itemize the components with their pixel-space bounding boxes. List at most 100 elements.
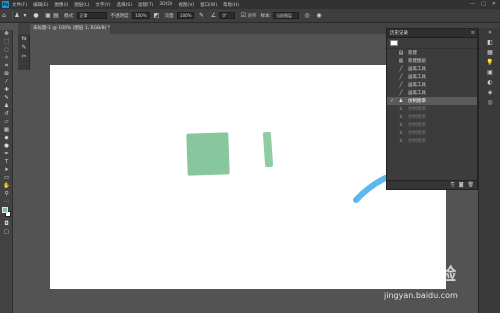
history-state-row[interactable]: ╱ 画笔工具 [387, 89, 477, 97]
flow-input[interactable]: 100% [177, 12, 195, 19]
aligned-label: 对齐 [247, 13, 257, 19]
quick-mask-icon[interactable]: ◘ [0, 220, 13, 228]
sample-control: 样本: 当前图层 [260, 12, 299, 19]
eyedropper-tool-icon[interactable]: ⁄ [0, 78, 13, 86]
history-state-label: 仿制图章 [408, 115, 426, 120]
history-state-row[interactable]: ♟ 仿制图章 [387, 113, 477, 121]
chevron-down-icon[interactable]: ▾ [21, 12, 29, 20]
clone-stamp-tool-icon[interactable]: ♟ [13, 12, 21, 20]
type-tool-icon[interactable]: T [0, 158, 13, 166]
history-state-row[interactable]: ╱ 画笔工具 [387, 73, 477, 81]
trash-icon[interactable]: 🗑 [468, 182, 474, 188]
history-brush-tool-icon[interactable]: ↺ [0, 110, 13, 118]
menu-edit[interactable]: 编辑(E) [33, 2, 48, 8]
history-state-row[interactable]: ╱ 画笔工具 [387, 65, 477, 73]
move-tool-icon[interactable]: ✥ [0, 30, 13, 38]
document-tab[interactable]: 未标题-1 @ 100% (图层 1, RGB/8) * [30, 24, 110, 34]
learn-panel-icon[interactable]: 💡 [479, 58, 500, 68]
stamp-icon: ♟ [398, 114, 404, 120]
history-state-row[interactable]: ✓ ♟ 仿制图章 [387, 97, 477, 105]
clone-source-icon[interactable]: ▤ [52, 12, 60, 20]
panel-menu-icon[interactable]: ≡ [471, 29, 475, 38]
history-panel-header[interactable]: 历史记录 ≡ [387, 29, 477, 38]
crop-tool-icon[interactable]: ⌗ [0, 62, 13, 70]
menu-select[interactable]: 选择(S) [117, 2, 132, 8]
menu-help[interactable]: 帮助(H) [223, 2, 239, 8]
history-state-row[interactable]: ♟ 仿制图章 [387, 137, 477, 145]
menu-window[interactable]: 窗口(W) [200, 2, 217, 8]
menu-type[interactable]: 文字(Y) [95, 2, 110, 8]
history-state-row[interactable]: ♟ 仿制图章 [387, 129, 477, 137]
angle-input[interactable]: 0° [219, 12, 236, 19]
aligned-checkbox[interactable]: ☑ [239, 12, 247, 20]
opacity-label: 不透明度: [110, 13, 131, 19]
ignore-adjustment-icon[interactable]: ◎ [303, 12, 311, 20]
snapshot-thumbnail [390, 40, 398, 46]
sample-select[interactable]: 当前图层 [273, 12, 299, 19]
brush-settings-icon[interactable]: ▣ [44, 12, 52, 20]
mode-label: 模式: [64, 13, 75, 19]
zoom-tool-icon[interactable]: ⚲ [0, 190, 13, 198]
camera-snapshot-icon[interactable]: ◙ [459, 182, 464, 188]
pressure-opacity-icon[interactable]: ◩ [153, 12, 161, 20]
libraries-panel-icon[interactable]: ▣ [479, 68, 500, 78]
dodge-tool-icon[interactable]: ● [0, 142, 13, 150]
photoshop-logo[interactable]: Ps [2, 1, 9, 8]
minimize-button[interactable]: — [470, 1, 475, 7]
screen-mode-icon[interactable]: ▢ [0, 228, 13, 236]
history-state-row[interactable]: ♟ 仿制图章 [387, 121, 477, 129]
menu-layer[interactable]: 图层(L) [74, 2, 89, 8]
maximize-button[interactable]: □ [481, 1, 486, 7]
channels-panel-icon[interactable]: ◎ [479, 98, 500, 108]
quick-select-tool-icon[interactable]: ✧ [0, 54, 13, 62]
history-state-row[interactable]: ▤ 新建 [387, 49, 477, 57]
mode-select[interactable]: 正常 [76, 12, 107, 19]
brush-panel-icon[interactable]: ✎ [18, 43, 30, 52]
menu-3d[interactable]: 3D(D) [159, 2, 172, 7]
clone-stamp-tool-icon[interactable]: ♟ [0, 102, 13, 110]
layers-panel-icon[interactable]: ◈ [479, 88, 500, 98]
new-document-from-state-icon[interactable]: ⎘ [451, 182, 455, 188]
home-icon[interactable]: ⌂ [0, 12, 8, 20]
pressure-size-icon[interactable]: ◉ [315, 12, 323, 20]
history-source-marker[interactable]: ✓ [387, 98, 397, 104]
menu-image[interactable]: 图像(I) [54, 2, 68, 8]
brush-icon: ╱ [399, 82, 403, 88]
frame-tool-icon[interactable]: ⊠ [0, 70, 13, 78]
brush-icon: ╱ [399, 90, 403, 96]
brush-preset-icon[interactable]: ● [32, 12, 40, 20]
path-select-tool-icon[interactable]: ➤ [0, 166, 13, 174]
gradient-tool-icon[interactable]: ▦ [0, 126, 13, 134]
close-button[interactable]: ✕ [492, 1, 496, 7]
history-panel-icon[interactable]: ⇆ [18, 34, 30, 43]
brush-tool-icon[interactable]: ✎ [0, 94, 13, 102]
healing-brush-tool-icon[interactable]: ✚ [0, 86, 13, 94]
airbrush-icon[interactable]: ✎ [197, 12, 205, 20]
menu-file[interactable]: 文件(F) [12, 2, 27, 8]
brush-icon: ╱ [399, 66, 403, 72]
history-snapshot[interactable] [387, 38, 477, 49]
history-state-row[interactable]: ▥ 新建图层 [387, 57, 477, 65]
opacity-input[interactable]: 100% [132, 12, 150, 19]
collapsed-panel-strip: ⇆ ✎ ✂ [18, 34, 30, 70]
lasso-tool-icon[interactable]: ◌ [0, 46, 13, 54]
shape-tool-icon[interactable]: ▭ [0, 174, 13, 182]
marquee-tool-icon[interactable]: ⬚ [0, 38, 13, 46]
more-tools-icon[interactable]: ··· [0, 198, 13, 206]
hand-tool-icon[interactable]: ✋ [0, 182, 13, 190]
menu-view[interactable]: 视图(V) [179, 2, 195, 8]
collapse-panels-icon[interactable]: » [479, 28, 500, 38]
swatches-panel-icon[interactable]: ▦ [479, 48, 500, 58]
pen-tool-icon[interactable]: ✒ [0, 150, 13, 158]
eraser-tool-icon[interactable]: ▱ [0, 118, 13, 126]
clone-source-panel-icon[interactable]: ✂ [18, 52, 30, 61]
history-state-label: 新建 [408, 51, 417, 56]
menu-filter[interactable]: 滤镜(T) [138, 2, 153, 8]
history-state-row[interactable]: ╱ 画笔工具 [387, 81, 477, 89]
blur-tool-icon[interactable]: ◆ [0, 134, 13, 142]
foreground-color-swatch[interactable] [2, 207, 8, 213]
history-state-label: 仿制图章 [408, 139, 426, 144]
adjustments-panel-icon[interactable]: ◐ [479, 78, 500, 88]
history-state-row[interactable]: ♟ 仿制图章 [387, 105, 477, 113]
color-panel-icon[interactable]: ◧ [479, 38, 500, 48]
